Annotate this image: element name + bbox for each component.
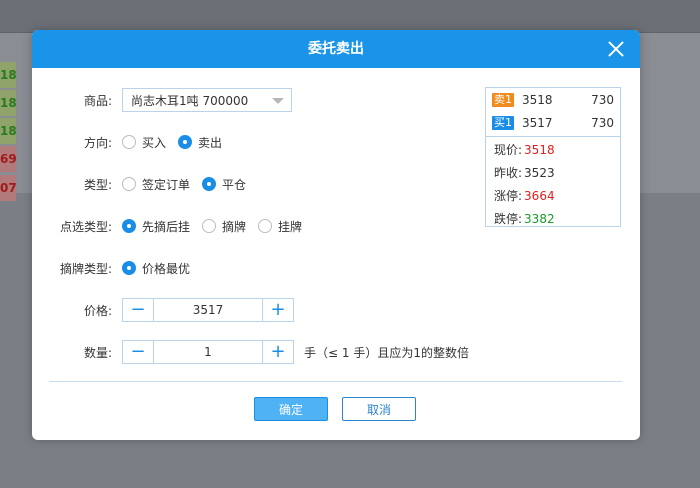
- price-decrement-button[interactable]: −: [123, 299, 154, 321]
- bid-price: 3517: [522, 115, 553, 130]
- pick-type-row: 点选类型: 先摘后挂 摘牌 挂牌: [32, 214, 314, 238]
- limit-down-label: 跌停:: [494, 212, 523, 226]
- radio-close-position[interactable]: 平仓: [202, 176, 246, 193]
- quantity-increment-button[interactable]: +: [262, 341, 293, 363]
- background-topbar: [0, 0, 700, 32]
- current-price-value: 3518: [524, 142, 555, 157]
- quantity-row: 数量: − 1 + 手（≤ 1 手）且应为1的整数倍: [32, 340, 469, 364]
- type-row: 类型: 签定订单 平仓: [32, 172, 258, 196]
- prev-close-value: 3523: [524, 165, 555, 180]
- product-row: 商品: 尚志木耳1吨 700000: [32, 88, 292, 112]
- current-price-label: 现价:: [494, 143, 523, 157]
- ask-price: 3518: [522, 92, 553, 107]
- background-cell: 69: [0, 146, 17, 172]
- radio-checked-icon: [122, 219, 136, 233]
- radio-list[interactable]: 挂牌: [258, 218, 302, 235]
- price-input[interactable]: 3517: [154, 303, 262, 317]
- radio-circle-icon: [122, 177, 136, 191]
- price-row: 价格: − 3517 +: [32, 298, 294, 322]
- prev-close-row: 昨收: 3523: [486, 161, 620, 184]
- radio-best-price-label: 价格最优: [142, 261, 191, 276]
- bid-row: 买1 3517 730: [486, 111, 620, 134]
- confirm-button[interactable]: 确定: [254, 397, 328, 421]
- price-stepper: − 3517 +: [122, 298, 294, 322]
- price-label: 价格:: [83, 303, 112, 318]
- prev-close-label: 昨收:: [494, 166, 523, 180]
- bid-badge: 买1: [492, 115, 514, 130]
- radio-sell[interactable]: 卖出: [178, 134, 222, 151]
- product-select-value: 尚志木耳1吨 700000: [131, 93, 249, 108]
- delist-type-label: 摘牌类型:: [59, 261, 112, 276]
- radio-circle-icon: [258, 219, 273, 233]
- radio-buy[interactable]: 买入: [122, 134, 166, 151]
- limit-up-value: 3664: [524, 188, 555, 203]
- close-icon[interactable]: [606, 39, 626, 59]
- limit-down-value: 3382: [524, 211, 555, 226]
- radio-circle-icon: [122, 135, 136, 149]
- type-label: 类型:: [83, 177, 112, 192]
- background-cell: 18: [0, 62, 17, 88]
- ask-volume: 730: [591, 92, 614, 107]
- ask-row: 卖1 3518 730: [486, 88, 620, 111]
- radio-delist-then-list[interactable]: 先摘后挂: [122, 218, 190, 235]
- direction-label: 方向:: [83, 135, 112, 150]
- pick-type-radio-group: 先摘后挂 摘牌 挂牌: [122, 218, 314, 235]
- quantity-decrement-button[interactable]: −: [123, 341, 154, 363]
- product-select[interactable]: 尚志木耳1吨 700000: [122, 88, 292, 112]
- quantity-input[interactable]: 1: [154, 345, 262, 359]
- limit-down-row: 跌停: 3382: [486, 207, 620, 230]
- radio-circle-icon: [202, 219, 217, 233]
- radio-checked-icon: [122, 261, 136, 275]
- radio-sign-order[interactable]: 签定订单: [122, 176, 190, 193]
- radio-sign-order-label: 签定订单: [142, 177, 191, 192]
- background-cell: 18: [0, 118, 17, 144]
- radio-best-price[interactable]: 价格最优: [122, 260, 190, 277]
- radio-list-label: 挂牌: [278, 219, 303, 234]
- background-cell: 18: [0, 90, 17, 116]
- current-price-row: 现价: 3518: [486, 138, 620, 161]
- radio-sell-label: 卖出: [198, 135, 223, 150]
- direction-radio-group: 买入 卖出: [122, 134, 234, 151]
- limit-up-label: 涨停:: [494, 189, 523, 203]
- footer-divider: [49, 381, 622, 382]
- quote-panel: 卖1 3518 730 买1 3517 730 现价: 3518 昨收: 352…: [485, 87, 621, 227]
- sell-order-dialog: 委托卖出 商品: 尚志木耳1吨 700000 方向: 买入 卖出 类型: 签定订…: [32, 30, 640, 440]
- limit-up-row: 涨停: 3664: [486, 184, 620, 207]
- radio-delist-then-list-label: 先摘后挂: [142, 219, 191, 234]
- product-label: 商品:: [83, 93, 112, 108]
- radio-checked-icon: [202, 177, 217, 191]
- bid-volume: 730: [591, 115, 614, 130]
- cancel-button[interactable]: 取消: [342, 397, 416, 421]
- radio-checked-icon: [178, 135, 193, 149]
- quantity-note: 手（≤ 1 手）且应为1的整数倍: [304, 345, 469, 360]
- radio-close-position-label: 平仓: [222, 177, 247, 192]
- delist-type-row: 摘牌类型: 价格最优: [32, 256, 202, 280]
- price-increment-button[interactable]: +: [262, 299, 293, 321]
- direction-row: 方向: 买入 卖出: [32, 130, 234, 154]
- quote-divider: [486, 136, 620, 137]
- chevron-down-icon: [272, 98, 284, 104]
- dialog-title: 委托卖出: [308, 41, 364, 57]
- radio-delist[interactable]: 摘牌: [202, 218, 246, 235]
- dialog-header: 委托卖出: [32, 30, 640, 68]
- radio-delist-label: 摘牌: [222, 219, 247, 234]
- quantity-label: 数量:: [83, 345, 112, 360]
- background-cell: 07: [0, 175, 17, 201]
- quantity-stepper: − 1 +: [122, 340, 294, 364]
- type-radio-group: 签定订单 平仓: [122, 176, 258, 193]
- delist-type-radio-group: 价格最优: [122, 260, 202, 277]
- pick-type-label: 点选类型:: [59, 219, 112, 234]
- ask-badge: 卖1: [492, 92, 514, 107]
- radio-buy-label: 买入: [142, 135, 167, 150]
